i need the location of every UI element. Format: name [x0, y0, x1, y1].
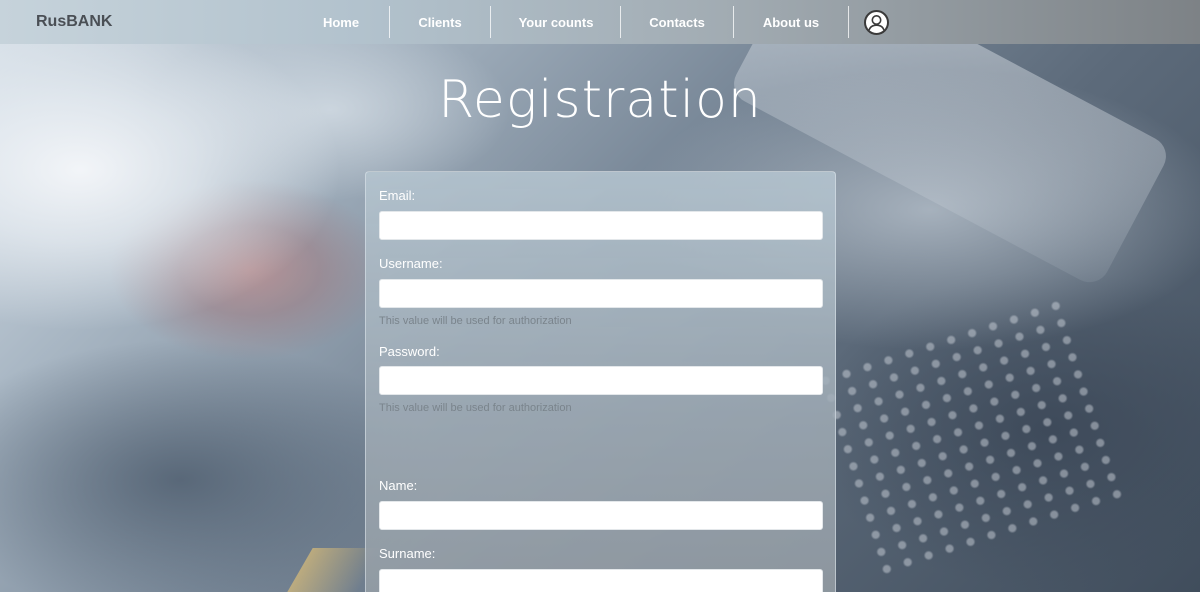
user-account-button[interactable] [864, 10, 889, 35]
username-hint: This value will be used for authorizatio… [379, 315, 572, 327]
password-hint: This value will be used for authorizatio… [379, 402, 572, 414]
nav-divider [620, 6, 621, 38]
nav-item-about-us[interactable]: About us [752, 6, 830, 38]
surname-label: Surname: [379, 546, 436, 561]
nav-divider [389, 6, 390, 38]
surname-field[interactable] [379, 569, 823, 592]
page-title: Registration [438, 70, 762, 130]
username-label: Username: [379, 256, 443, 271]
name-field[interactable] [379, 501, 823, 530]
nav-divider [490, 6, 491, 38]
registration-form: Email: Username: This value will be used… [365, 171, 836, 592]
nav-item-contacts[interactable]: Contacts [640, 6, 714, 38]
nav-item-home[interactable]: Home [310, 6, 372, 38]
nav-item-clients[interactable]: Clients [410, 6, 470, 38]
background-card-digits [812, 295, 1128, 585]
brand-logo[interactable]: RusBANK [36, 13, 112, 31]
top-navbar: RusBANK Home Clients Your counts Contact… [0, 0, 1200, 44]
nav-divider [733, 6, 734, 38]
user-avatar-icon [867, 15, 886, 33]
username-field[interactable] [379, 279, 823, 308]
password-field[interactable] [379, 366, 823, 395]
name-label: Name: [379, 478, 418, 493]
nav-divider [848, 6, 849, 38]
nav-item-your-counts[interactable]: Your counts [510, 6, 602, 38]
email-field[interactable] [379, 211, 823, 240]
password-label: Password: [379, 344, 440, 359]
email-label: Email: [379, 188, 416, 203]
